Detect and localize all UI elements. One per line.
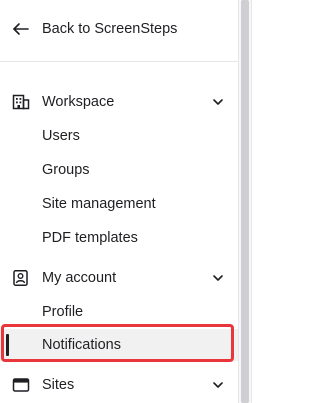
nav-group-my-account[interactable]: My account — [0, 262, 238, 294]
active-indicator — [6, 334, 9, 356]
user-square-icon — [13, 270, 28, 286]
nav-group-workspace-label: Workspace — [42, 94, 115, 110]
nav-group-sites-label: Sites — [42, 377, 75, 393]
chevron-down-icon[interactable] — [212, 273, 224, 283]
main-content-area — [252, 0, 312, 403]
building-icon — [12, 94, 30, 110]
nav-group-workspace[interactable]: Workspace — [0, 86, 238, 118]
settings-page: Back to ScreenSteps Workspace Users Grou… — [0, 0, 312, 403]
nav-item-label: Site management — [42, 196, 156, 212]
nav-item-pdf-templates[interactable]: PDF templates — [0, 222, 238, 254]
nav-item-label: Profile — [42, 304, 84, 320]
nav-item-groups[interactable]: Groups — [0, 154, 238, 186]
nav-item-label: PDF templates — [42, 230, 138, 246]
chevron-down-icon[interactable] — [212, 97, 224, 107]
section-divider — [0, 61, 238, 62]
nav-group-sites[interactable]: Sites — [0, 369, 238, 401]
nav-item-label: Groups — [42, 162, 90, 178]
chevron-down-icon[interactable] — [212, 380, 224, 390]
back-to-screensteps-link[interactable]: Back to ScreenSteps — [0, 10, 238, 48]
nav-group-my-account-label: My account — [42, 270, 117, 286]
sidebar-scrollbar-thumb[interactable] — [241, 0, 249, 403]
nav-item-profile[interactable]: Profile — [0, 296, 238, 328]
nav-item-label: Users — [42, 128, 80, 144]
nav-item-label: Notifications — [42, 337, 121, 353]
browser-window-icon — [12, 378, 30, 392]
nav-item-users[interactable]: Users — [0, 120, 238, 152]
back-link-label: Back to ScreenSteps — [42, 21, 178, 37]
arrow-left-icon — [13, 23, 29, 35]
nav-item-notifications[interactable]: Notifications — [0, 329, 238, 361]
settings-sidebar: Back to ScreenSteps Workspace Users Grou… — [0, 0, 238, 403]
nav-item-site-management[interactable]: Site management — [0, 188, 238, 220]
